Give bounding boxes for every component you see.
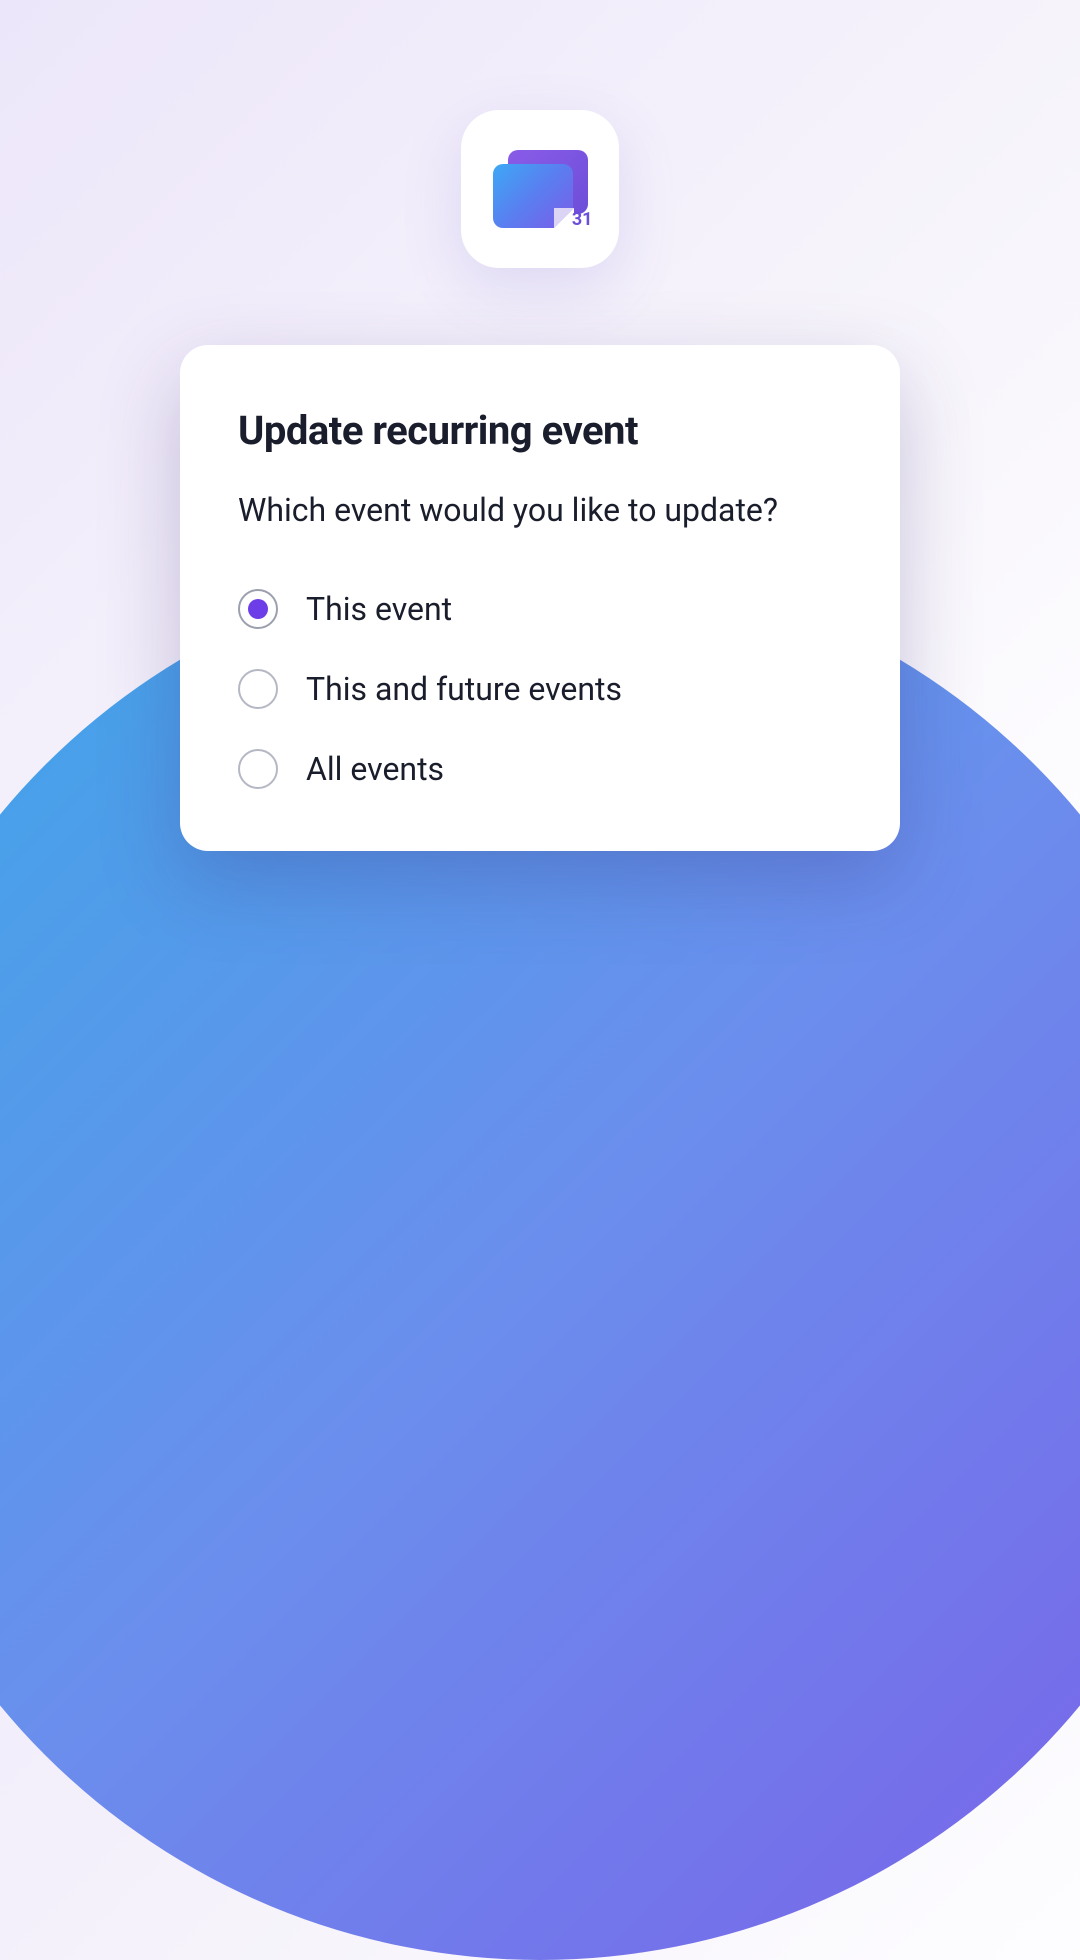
radio-label: This and future events — [306, 670, 622, 708]
radio-option-this-event[interactable]: This event — [238, 589, 842, 629]
dialog-title: Update recurring event — [238, 407, 842, 454]
dialog-subtitle: Which event would you like to update? — [238, 488, 842, 533]
radio-button-icon — [238, 749, 278, 789]
radio-option-this-and-future[interactable]: This and future events — [238, 669, 842, 709]
radio-label: All events — [306, 750, 444, 788]
update-recurring-event-dialog: Update recurring event Which event would… — [180, 345, 900, 851]
radio-button-icon — [238, 669, 278, 709]
radio-button-icon — [238, 589, 278, 629]
calendar-app-icon: 31 — [461, 110, 619, 268]
radio-label: This event — [306, 590, 452, 628]
app-icon-date-label: 31 — [572, 209, 593, 230]
event-scope-radio-group: This event This and future events All ev… — [238, 589, 842, 789]
radio-option-all-events[interactable]: All events — [238, 749, 842, 789]
